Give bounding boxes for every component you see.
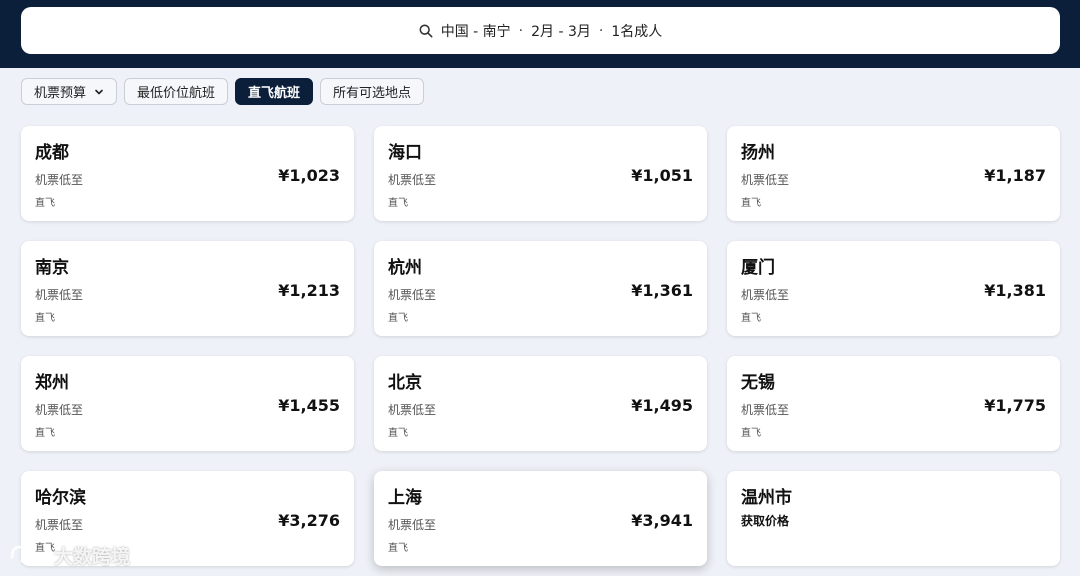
card-from-label: 机票低至 [388, 403, 437, 417]
card-from-label: 机票低至 [741, 403, 790, 417]
card-flight-type: 直飞 [35, 428, 55, 439]
card-city: 温州市 [741, 488, 792, 508]
watermark-logo-icon [10, 545, 46, 564]
card-price: ¥1,213 [278, 281, 340, 300]
destination-card-yangzhou[interactable]: 扬州 机票低至 ¥1,187 直飞 [727, 126, 1060, 221]
filter-label: 最低价位航班 [137, 86, 216, 101]
chevron-down-icon [95, 89, 103, 94]
card-loading-price: 获取价格 [741, 514, 790, 528]
card-from-label: 机票低至 [35, 518, 84, 532]
filter-budget-dropdown[interactable]: 机票预算 [21, 78, 118, 105]
card-flight-type: 直飞 [741, 428, 761, 439]
card-from-label: 机票低至 [35, 288, 84, 302]
card-from-label: 机票低至 [35, 403, 84, 417]
card-price: ¥1,361 [631, 281, 693, 300]
separator-dot: · [598, 22, 604, 39]
card-city: 无锡 [741, 373, 775, 393]
filter-direct-flights[interactable]: 直飞航班 [235, 78, 314, 105]
card-flight-type: 直飞 [741, 198, 761, 209]
destination-card-xiamen[interactable]: 厦门 机票低至 ¥1,381 直飞 [727, 241, 1060, 336]
card-city: 杭州 [388, 258, 422, 278]
destination-card-shanghai[interactable]: 上海 机票低至 ¥3,941 直飞 [374, 471, 707, 566]
watermark: 大数跨境 [8, 541, 130, 569]
card-city: 北京 [388, 373, 422, 393]
card-price: ¥1,023 [278, 166, 340, 185]
card-city: 南京 [35, 258, 69, 278]
card-from-label: 机票低至 [388, 173, 437, 187]
card-flight-type: 直飞 [388, 428, 408, 439]
card-price: ¥3,276 [278, 511, 340, 530]
destination-card-beijing[interactable]: 北京 机票低至 ¥1,495 直飞 [374, 356, 707, 451]
card-city: 扬州 [741, 143, 775, 163]
card-flight-type: 直飞 [35, 313, 55, 324]
search-route: 中国 - 南宁 [440, 23, 511, 40]
card-city: 海口 [388, 143, 422, 163]
destination-card-hangzhou[interactable]: 杭州 机票低至 ¥1,361 直飞 [374, 241, 707, 336]
destination-card-haikou[interactable]: 海口 机票低至 ¥1,051 直飞 [374, 126, 707, 221]
destination-card-nanjing[interactable]: 南京 机票低至 ¥1,213 直飞 [21, 241, 354, 336]
filter-label: 直飞航班 [248, 86, 301, 101]
card-flight-type: 直飞 [35, 198, 55, 209]
header-bar: 中国 - 南宁 · 2月 - 3月 · 1名成人 [0, 0, 1080, 68]
filter-label: 所有可选地点 [333, 86, 412, 101]
destination-card-chengdu[interactable]: 成都 机票低至 ¥1,023 直飞 [21, 126, 354, 221]
card-price: ¥1,455 [278, 396, 340, 415]
watermark-text: 大数跨境 [54, 545, 131, 568]
search-dates: 2月 - 3月 [531, 23, 591, 40]
filter-label: 机票预算 [34, 86, 87, 101]
search-travelers: 1名成人 [611, 23, 663, 40]
destination-card-wenzhou[interactable]: 温州市 获取价格 [727, 471, 1060, 566]
card-price: ¥1,381 [984, 281, 1046, 300]
card-price: ¥1,495 [631, 396, 693, 415]
card-city: 郑州 [35, 373, 69, 393]
card-flight-type: 直飞 [388, 198, 408, 209]
search-summary-bar[interactable]: 中国 - 南宁 · 2月 - 3月 · 1名成人 [21, 7, 1060, 54]
card-city: 厦门 [741, 258, 775, 278]
filter-all-destinations[interactable]: 所有可选地点 [320, 78, 425, 105]
card-from-label: 机票低至 [388, 288, 437, 302]
destination-card-wuxi[interactable]: 无锡 机票低至 ¥1,775 直飞 [727, 356, 1060, 451]
card-from-label: 机票低至 [741, 288, 790, 302]
card-from-label: 机票低至 [388, 518, 437, 532]
card-price: ¥1,775 [984, 396, 1046, 415]
card-city: 成都 [35, 143, 69, 163]
card-flight-type: 直飞 [388, 313, 408, 324]
card-flight-type: 直飞 [388, 543, 408, 554]
card-from-label: 机票低至 [741, 173, 790, 187]
destination-card-zhengzhou[interactable]: 郑州 机票低至 ¥1,455 直飞 [21, 356, 354, 451]
separator-dot: · [518, 22, 524, 39]
card-flight-type: 直飞 [741, 313, 761, 324]
card-price: ¥1,051 [631, 166, 693, 185]
card-city: 哈尔滨 [35, 488, 86, 508]
card-from-label: 机票低至 [35, 173, 84, 187]
filter-cheapest-flights[interactable]: 最低价位航班 [124, 78, 229, 105]
destination-grid: 成都 机票低至 ¥1,023 直飞 海口 机票低至 ¥1,051 直飞 扬州 机… [21, 126, 1060, 566]
search-icon [419, 24, 433, 37]
filter-bar: 机票预算 最低价位航班 直飞航班 所有可选地点 [21, 78, 425, 105]
card-city: 上海 [388, 488, 422, 508]
card-price: ¥1,187 [984, 166, 1046, 185]
card-price: ¥3,941 [631, 511, 693, 530]
